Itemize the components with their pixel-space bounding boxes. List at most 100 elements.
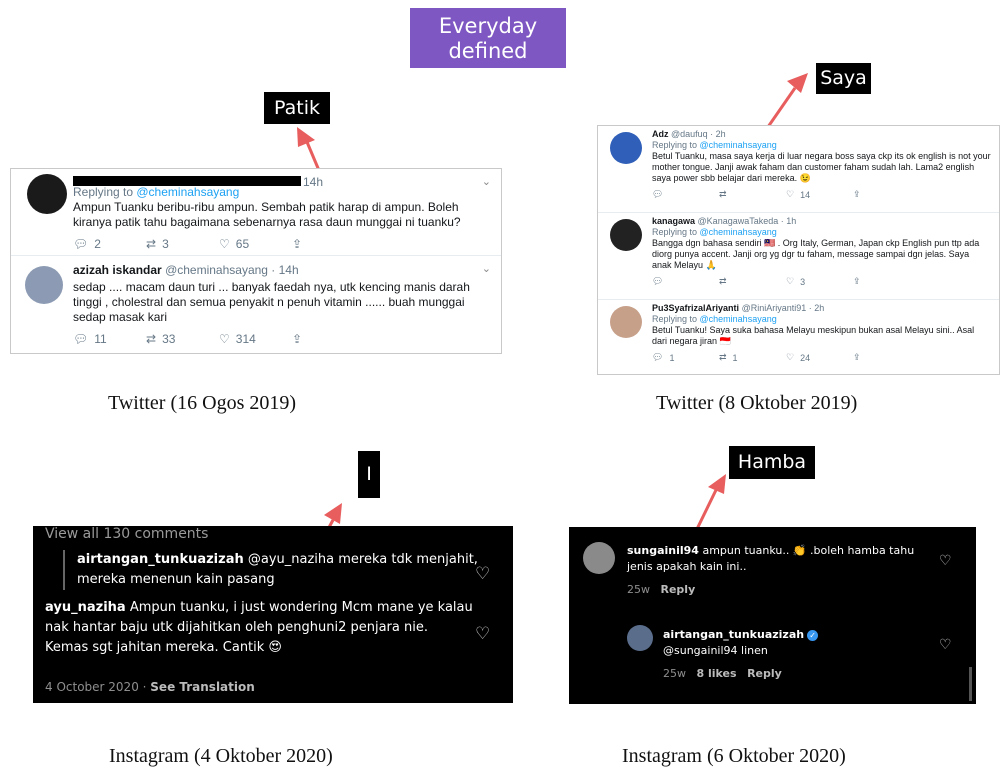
retweet-button[interactable]: ⇄ — [719, 189, 786, 200]
replying-to: Replying to @cheminahsayang — [652, 140, 777, 150]
see-translation-link[interactable]: See Translation — [150, 680, 255, 694]
comment-footer: 25w Reply — [627, 583, 696, 596]
reply-button[interactable]: 💬︎ — [652, 189, 719, 200]
reply-handle-link[interactable]: @cheminahsayang — [700, 314, 777, 324]
reply-button[interactable]: 💬︎ 2 — [73, 237, 146, 251]
tweet[interactable]: Adz @daufuq · 2h Replying to @cheminahsa… — [598, 126, 999, 213]
arrowhead-patik — [297, 127, 315, 147]
tweet-text: Ampun Tuanku beribu-ribu ampun. Sembah p… — [73, 200, 461, 229]
username-link[interactable]: ayu_naziha — [45, 600, 126, 615]
tweet-author: kanagawa @KanagawaTakeda · 1h — [652, 216, 797, 226]
retweet-button[interactable]: ⇄ 3 — [146, 237, 219, 251]
reply-icon: 💬︎ — [652, 352, 664, 362]
retweet-icon: ⇄ — [719, 189, 727, 199]
tweet-author: azizah iskandar @cheminahsayang · 14h — [73, 263, 299, 277]
tweet-time: 14h — [303, 175, 324, 189]
like-button[interactable]: ♡ 314 — [219, 332, 292, 346]
reply-handle-link[interactable]: @cheminahsayang — [700, 140, 777, 150]
reply-button[interactable]: 💬︎ 11 — [73, 332, 146, 346]
avatar — [610, 132, 642, 164]
tweet-text: Betul Tuanku! Saya suka bahasa Melayu me… — [652, 325, 975, 346]
chevron-down-icon[interactable]: ⌄ — [482, 262, 491, 275]
username-link[interactable]: airtangan_tunkuazizah — [77, 552, 244, 567]
comment: sungainil94 ampun tuanku.. 👏 .boleh hamb… — [627, 544, 915, 573]
reply-handle-link[interactable]: @cheminahsayang — [136, 185, 239, 199]
tag-saya: Saya — [816, 63, 871, 94]
avatar — [25, 266, 63, 304]
replying-to: Replying to @cheminahsayang — [73, 185, 240, 199]
quoted-comment: airtangan_tunkuazizah @ayu_naziha mereka… — [63, 550, 483, 590]
heart-icon[interactable]: ♡ — [939, 637, 952, 653]
arrowhead-i — [324, 503, 342, 524]
tweet[interactable]: ⌄ azizah iskandar @cheminahsayang · 14h … — [11, 256, 501, 353]
reply-button[interactable]: 💬︎ — [652, 276, 719, 287]
like-button[interactable]: ♡ 3 — [786, 276, 853, 287]
avatar — [610, 219, 642, 251]
instagram-panel-right: sungainil94 ampun tuanku.. 👏 .boleh hamb… — [569, 527, 976, 704]
tweet-actions: 💬︎ ⇄ ♡ 14 ⇪ — [652, 189, 991, 200]
like-button[interactable]: ♡ 65 — [219, 237, 292, 251]
like-button[interactable]: ♡ 24 — [786, 352, 853, 363]
view-all-comments-link[interactable]: View all 130 comments — [45, 526, 208, 542]
replying-to: Replying to @cheminahsayang — [652, 314, 777, 324]
scrollbar[interactable] — [969, 667, 972, 701]
retweet-button[interactable]: ⇄ 33 — [146, 332, 219, 346]
avatar — [27, 174, 67, 214]
tweet-text: sedap .... macam daun turi ... banyak fa… — [73, 280, 470, 324]
instagram-panel-left: View all 130 comments airtangan_tunkuazi… — [33, 526, 513, 703]
chevron-down-icon[interactable]: ⌄ — [482, 175, 491, 188]
reply-handle-link[interactable]: @cheminahsayang — [700, 227, 777, 237]
tweet[interactable]: kanagawa @KanagawaTakeda · 1h Replying t… — [598, 213, 999, 300]
caption-twitter-right: Twitter (8 Oktober 2019) — [656, 392, 858, 414]
username-link[interactable]: sungainil94 — [627, 544, 699, 557]
reply-icon: 💬︎ — [73, 237, 89, 251]
reply-link[interactable]: Reply — [747, 667, 782, 680]
reply-icon: 💬︎ — [652, 189, 664, 199]
arrowhead-hamba — [708, 474, 726, 494]
tweet-text: Bangga dgn bahasa sendiri 🇲🇾 . Org Italy… — [652, 238, 980, 270]
tweet-text: Betul Tuanku, masa saya kerja di luar ne… — [652, 151, 991, 183]
reply-icon: 💬︎ — [652, 276, 664, 286]
share-button[interactable]: ⇪ — [853, 276, 920, 287]
reply-icon: 💬︎ — [73, 332, 89, 346]
heart-icon[interactable]: ♡ — [475, 624, 490, 644]
share-icon: ⇪ — [853, 352, 861, 362]
share-icon: ⇪ — [292, 237, 303, 251]
tweet[interactable]: 14h ⌄ Replying to @cheminahsayang Ampun … — [11, 169, 501, 256]
share-button[interactable]: ⇪ — [853, 189, 920, 200]
retweet-button[interactable]: ⇄ 1 — [719, 352, 786, 363]
tweet-actions: 💬︎ 11 ⇄ 33 ♡ 314 ⇪ — [73, 332, 491, 346]
comment: ayu_naziha Ampun tuanku, i just wonderin… — [45, 600, 473, 655]
retweet-icon: ⇄ — [146, 237, 157, 251]
share-button[interactable]: ⇪ — [292, 237, 365, 251]
username-link[interactable]: airtangan_tunkuazizah — [663, 628, 804, 641]
caption-instagram-left: Instagram (4 Oktober 2020) — [109, 745, 333, 767]
tag-i: I — [358, 451, 380, 498]
twitter-panel-left: 14h ⌄ Replying to @cheminahsayang Ampun … — [10, 168, 502, 354]
caption-instagram-right: Instagram (6 Oktober 2020) — [622, 745, 846, 767]
tag-hamba: Hamba — [729, 446, 815, 479]
heart-icon[interactable]: ♡ — [475, 564, 490, 584]
share-button[interactable]: ⇪ — [853, 352, 920, 363]
tweet[interactable]: Pu3SyafrizalAriyanti @RiniAriyanti91 · 2… — [598, 300, 999, 374]
like-button[interactable]: ♡ 14 — [786, 189, 853, 200]
share-button[interactable]: ⇪ — [292, 332, 365, 346]
comment-footer: 25w 8 likes Reply — [663, 667, 782, 680]
tweet-author: Pu3SyafrizalAriyanti @RiniAriyanti91 · 2… — [652, 303, 825, 313]
title-banner: Everyday defined — [410, 8, 566, 68]
redacted-username — [73, 176, 301, 186]
twitter-panel-right: Adz @daufuq · 2h Replying to @cheminahsa… — [597, 125, 1000, 375]
avatar — [627, 625, 653, 651]
likes-count[interactable]: 8 likes — [697, 667, 737, 680]
heart-icon[interactable]: ♡ — [939, 553, 952, 569]
heart-icon: ♡ — [219, 237, 230, 251]
retweet-button[interactable]: ⇄ — [719, 276, 786, 287]
reply-link[interactable]: Reply — [661, 583, 696, 596]
heart-icon: ♡ — [786, 352, 795, 362]
tag-patik: Patik — [264, 92, 330, 124]
reply-button[interactable]: 💬︎ 1 — [652, 352, 719, 363]
share-icon: ⇪ — [853, 189, 861, 199]
tweet-actions: 💬︎ ⇄ ♡ 3 ⇪ — [652, 276, 991, 287]
heart-icon: ♡ — [219, 332, 230, 346]
share-icon: ⇪ — [853, 276, 861, 286]
